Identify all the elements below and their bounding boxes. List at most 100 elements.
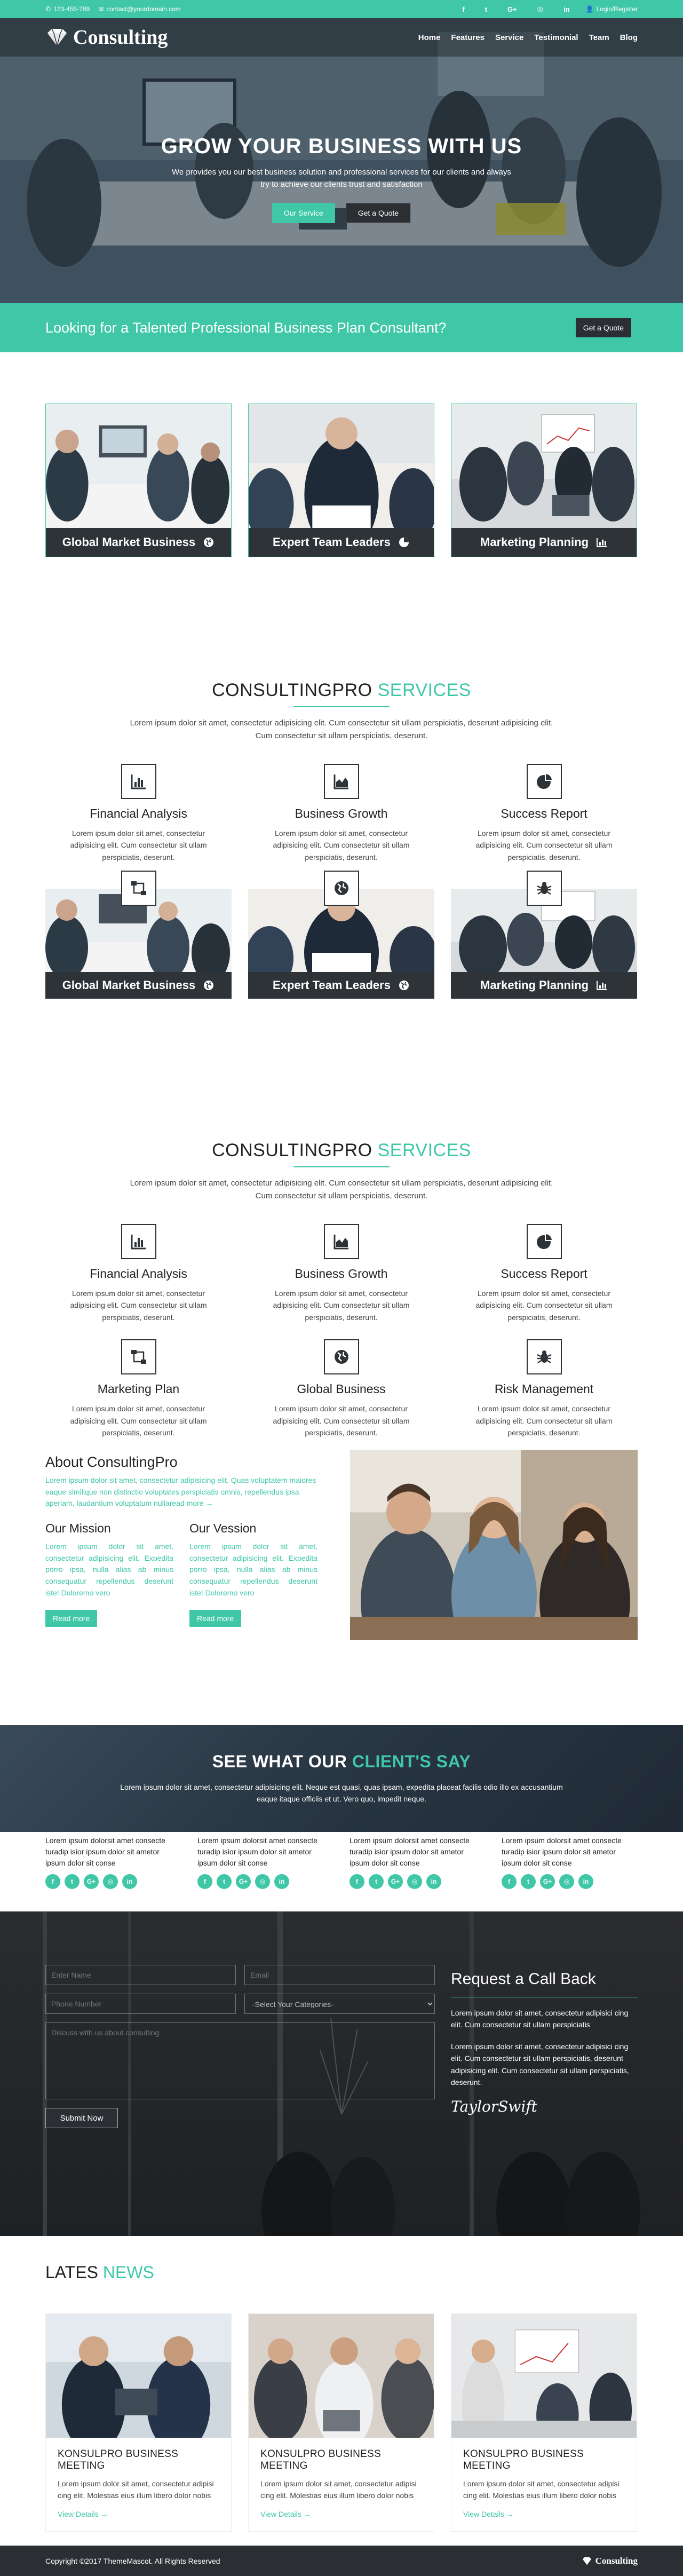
service-title: Global Business bbox=[297, 1382, 386, 1396]
facebook-icon[interactable]: f bbox=[45, 1874, 60, 1889]
instagram-icon[interactable]: ◎ bbox=[103, 1874, 118, 1889]
feature-card[interactable]: Marketing Planning bbox=[451, 871, 637, 999]
google-plus-icon[interactable]: G+ bbox=[507, 5, 517, 13]
twitter-icon[interactable]: t bbox=[521, 1874, 536, 1889]
service-item: Business Growth Lorem ipsum dolor sit am… bbox=[248, 1224, 434, 1323]
google-plus-icon[interactable]: G+ bbox=[540, 1874, 555, 1889]
mission-read-more-button[interactable]: Read more bbox=[45, 1609, 98, 1627]
footer-logo[interactable]: Consulting bbox=[582, 2556, 638, 2566]
globe-icon[interactable] bbox=[323, 1339, 359, 1375]
our-service-button[interactable]: Our Service bbox=[272, 202, 335, 223]
callback-title: Request a Call Back bbox=[451, 1970, 596, 1988]
news-card[interactable]: KONSULPRO BUSINESS MEETING Lorem ipsum d… bbox=[248, 2313, 434, 2532]
linkedin-icon[interactable]: in bbox=[122, 1874, 137, 1889]
social-links: f t G+ ◎ in bbox=[462, 5, 569, 13]
service-title: Business Growth bbox=[295, 1267, 388, 1281]
view-details-link[interactable]: View Details → bbox=[58, 2510, 108, 2518]
facebook-icon[interactable]: f bbox=[197, 1874, 212, 1889]
news-headline[interactable]: KONSULPRO BUSINESS MEETING bbox=[463, 2448, 625, 2472]
service-item: Marketing Plan Lorem ipsum dolor sit ame… bbox=[45, 1339, 232, 1439]
service-text: Lorem ipsum dolor sit amet, consectetur … bbox=[475, 829, 613, 862]
services-description: Lorem ipsum dolor sit amet, consectetur … bbox=[130, 718, 553, 740]
hero-section: ✆ 123-456-789 ✉ contact@yourdomain.com f t… bbox=[0, 0, 683, 303]
nav-service[interactable]: Service bbox=[495, 33, 523, 42]
service-item: Success Report Lorem ipsum dolor sit ame… bbox=[451, 764, 637, 863]
callback-text-2: Lorem ipsum dolor sit amet, consectetur … bbox=[451, 2042, 629, 2087]
phone-contact[interactable]: ✆ 123-456-789 bbox=[45, 5, 90, 13]
feature-card[interactable]: Global Market Business bbox=[45, 404, 232, 557]
twitter-icon[interactable]: t bbox=[485, 5, 487, 13]
nav-blog[interactable]: Blog bbox=[620, 33, 638, 42]
google-plus-icon[interactable]: G+ bbox=[388, 1874, 403, 1889]
bug-icon[interactable] bbox=[527, 871, 562, 906]
card-title: Expert Team Leaders bbox=[273, 978, 391, 992]
facebook-icon[interactable]: f bbox=[350, 1874, 364, 1889]
linkedin-icon[interactable]: in bbox=[563, 5, 570, 13]
bar-chart-icon[interactable] bbox=[121, 1224, 156, 1259]
nav-testimonial[interactable]: Testimonial bbox=[534, 33, 578, 42]
news-text: Lorem ipsum dolor sit amet, consectetur … bbox=[463, 2479, 620, 2500]
pie-chart-icon[interactable] bbox=[526, 764, 562, 799]
facebook-icon[interactable]: f bbox=[502, 1874, 517, 1889]
category-select[interactable]: -Select Your Categories- bbox=[244, 1994, 435, 2014]
view-details-link[interactable]: View Details → bbox=[260, 2510, 311, 2518]
bug-icon[interactable] bbox=[526, 1339, 562, 1375]
news-card[interactable]: KONSULPRO BUSINESS MEETING Lorem ipsum d… bbox=[451, 2313, 637, 2532]
sitemap-icon[interactable] bbox=[121, 871, 156, 906]
nav-team[interactable]: Team bbox=[589, 33, 609, 42]
twitter-icon[interactable]: t bbox=[65, 1874, 80, 1889]
name-input[interactable] bbox=[45, 1965, 236, 1985]
twitter-icon[interactable]: t bbox=[217, 1874, 232, 1889]
sitemap-icon[interactable] bbox=[121, 1339, 156, 1375]
twitter-icon[interactable]: t bbox=[369, 1874, 384, 1889]
login-register-link[interactable]: 👤 Login/Register bbox=[586, 5, 638, 13]
feature-card[interactable]: Expert Team Leaders bbox=[248, 404, 434, 557]
facebook-icon[interactable]: f bbox=[462, 5, 464, 13]
area-chart-icon[interactable] bbox=[323, 1224, 359, 1259]
email-contact[interactable]: ✉ contact@yourdomain.com bbox=[98, 5, 181, 13]
instagram-icon[interactable]: ◎ bbox=[537, 5, 543, 13]
instagram-icon[interactable]: ◎ bbox=[255, 1874, 270, 1889]
email-input[interactable] bbox=[244, 1965, 435, 1985]
vision-title: Our Vession bbox=[189, 1521, 257, 1536]
get-quote-button[interactable]: Get a Quote bbox=[575, 318, 631, 337]
news-text: Lorem ipsum dolor sit amet, consectetur … bbox=[58, 2479, 214, 2500]
service-item: Financial Analysis Lorem ipsum dolor sit… bbox=[45, 1224, 232, 1323]
about-lead[interactable]: Lorem ipsum dolor sit amet, consectetur … bbox=[45, 1475, 320, 1510]
feature-card[interactable]: Marketing Planning bbox=[451, 404, 637, 557]
google-plus-icon[interactable]: G+ bbox=[236, 1874, 251, 1889]
instagram-icon[interactable]: ◎ bbox=[407, 1874, 422, 1889]
services-section-2: CONSULTINGPRO SERVICES Lorem ipsum dolor… bbox=[0, 1049, 683, 1454]
feature-card[interactable]: Expert Team Leaders bbox=[248, 871, 434, 999]
nav-home[interactable]: Home bbox=[418, 33, 441, 42]
view-details-link[interactable]: View Details → bbox=[463, 2510, 514, 2518]
news-photo bbox=[451, 2314, 637, 2438]
testimonials-list: Lorem ipsum dolorsit amet consecte turad… bbox=[0, 1835, 683, 1911]
login-label: Login/Register bbox=[596, 5, 638, 13]
service-item: Financial Analysis Lorem ipsum dolor sit… bbox=[45, 764, 232, 863]
vision-read-more-button[interactable]: Read more bbox=[189, 1609, 242, 1627]
area-chart-icon[interactable] bbox=[323, 764, 359, 799]
message-textarea[interactable] bbox=[45, 2022, 435, 2099]
bar-chart-icon[interactable] bbox=[121, 764, 156, 799]
linkedin-icon[interactable]: in bbox=[426, 1874, 441, 1889]
google-plus-icon[interactable]: G+ bbox=[84, 1874, 99, 1889]
instagram-icon[interactable]: ◎ bbox=[559, 1874, 574, 1889]
news-photo bbox=[46, 2314, 231, 2438]
news-headline[interactable]: KONSULPRO BUSINESS MEETING bbox=[260, 2448, 422, 2472]
services-section-1: CONSULTINGPRO SERVICES Lorem ipsum dolor… bbox=[0, 597, 683, 1049]
pie-chart-icon[interactable] bbox=[526, 1224, 562, 1259]
site-logo[interactable]: Consulting bbox=[45, 26, 168, 49]
nav-features[interactable]: Features bbox=[451, 33, 485, 42]
news-headline[interactable]: KONSULPRO BUSINESS MEETING bbox=[58, 2448, 219, 2472]
linkedin-icon[interactable]: in bbox=[274, 1874, 289, 1889]
service-title: Financial Analysis bbox=[90, 807, 187, 820]
phone-input[interactable] bbox=[45, 1994, 236, 2014]
mission-block: Our Mission Lorem ipsum dolor sit amet, … bbox=[45, 1521, 173, 1627]
submit-button[interactable]: Submit Now bbox=[45, 2108, 118, 2128]
globe-icon[interactable] bbox=[324, 871, 359, 906]
feature-card[interactable]: Global Market Business bbox=[45, 871, 232, 999]
news-card[interactable]: KONSULPRO BUSINESS MEETING Lorem ipsum d… bbox=[45, 2313, 232, 2532]
linkedin-icon[interactable]: in bbox=[578, 1874, 593, 1889]
get-quote-hero-button[interactable]: Get a Quote bbox=[345, 202, 411, 223]
